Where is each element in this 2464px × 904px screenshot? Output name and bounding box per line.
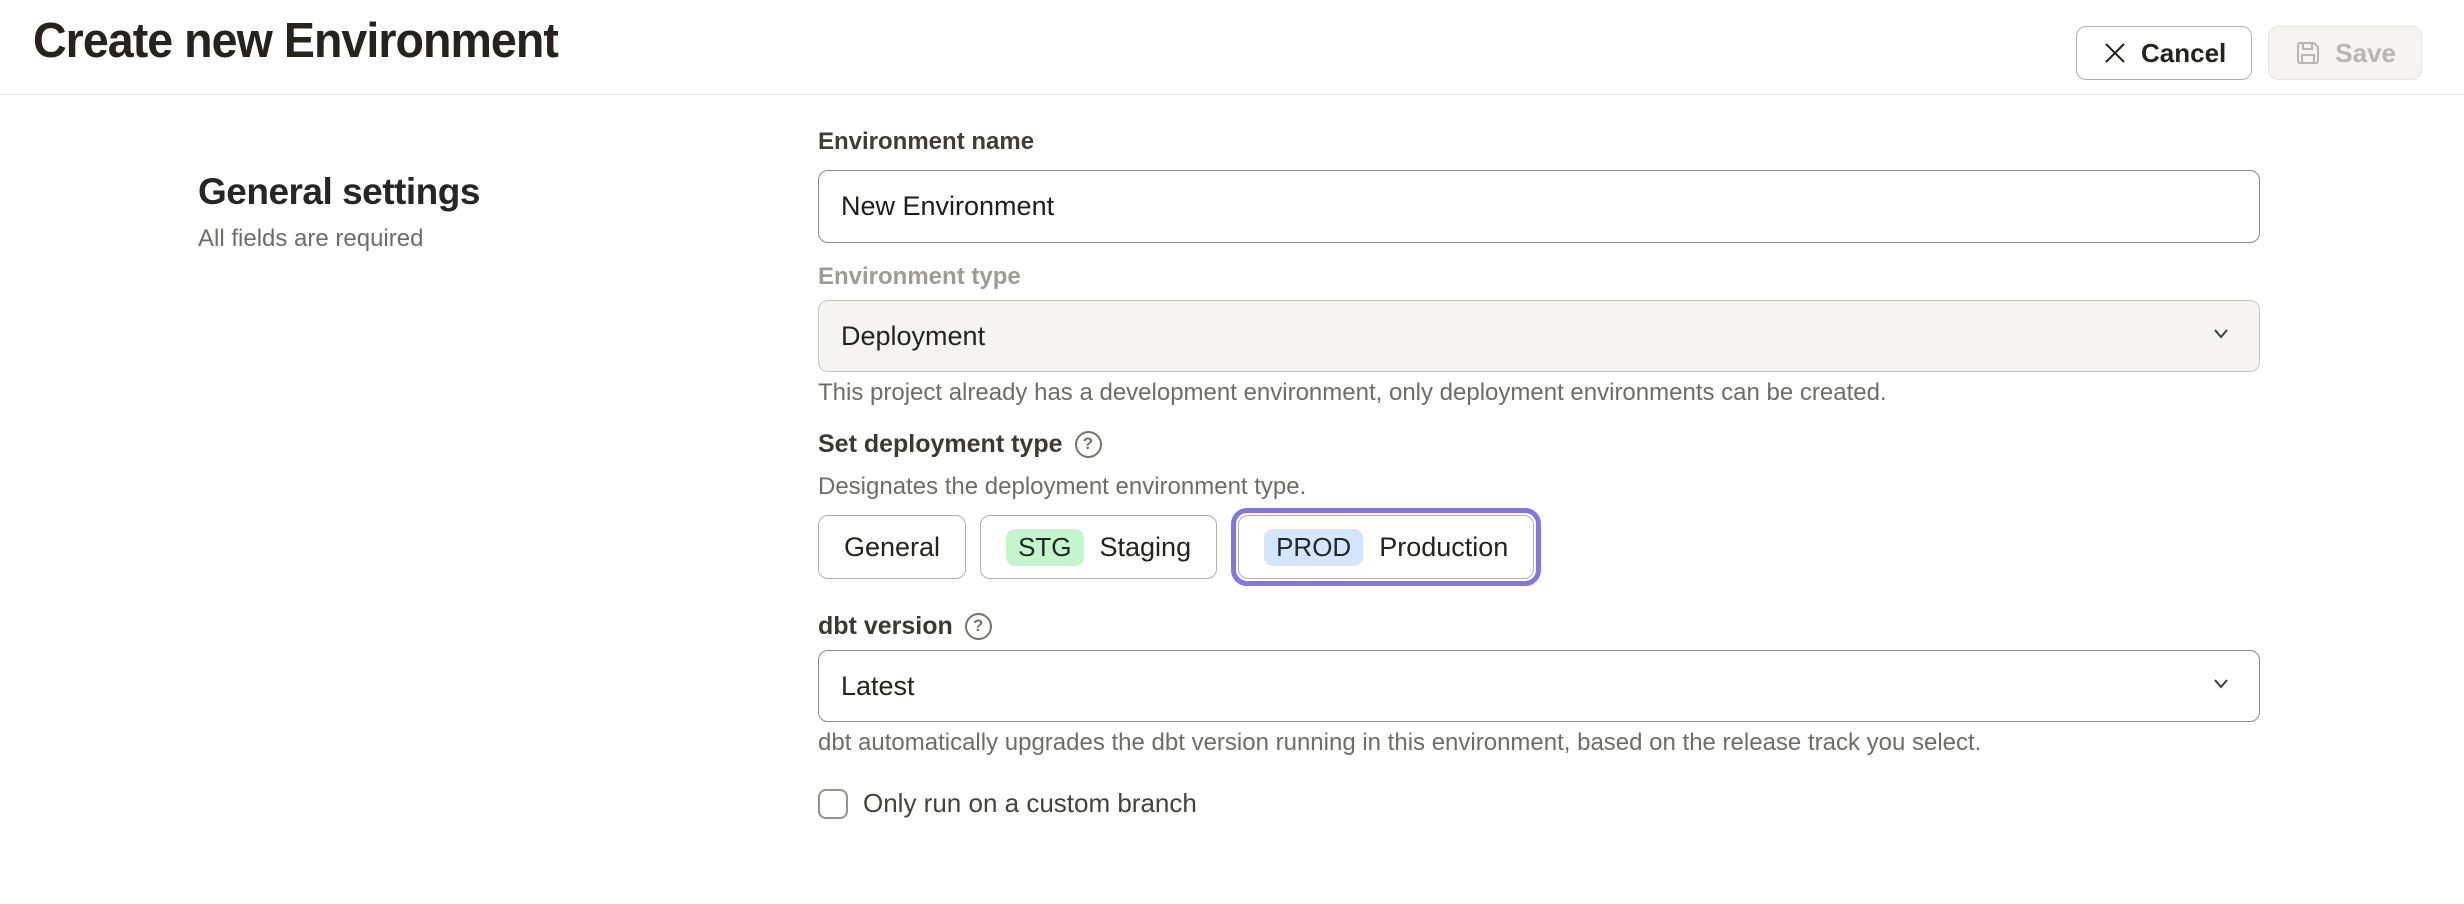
page-title: Create new Environment [33, 0, 558, 69]
header-actions: Cancel Save [2076, 26, 2422, 80]
save-button[interactable]: Save [2268, 26, 2422, 80]
staging-badge: STG [1006, 529, 1083, 566]
production-badge: PROD [1264, 529, 1363, 566]
page-header: Create new Environment Cancel Save [0, 0, 2464, 95]
dbt-version-selected-value: Latest [841, 671, 915, 702]
deployment-type-option-general[interactable]: General [818, 515, 966, 579]
settings-section-header: General settings All fields are required [198, 171, 480, 253]
section-subheading: All fields are required [198, 225, 480, 253]
x-icon [2102, 40, 2128, 66]
environment-type-label: Environment type [818, 262, 2260, 292]
deployment-type-option-production[interactable]: PROD Production [1238, 515, 1534, 579]
section-heading: General settings [198, 171, 480, 213]
cancel-button-label: Cancel [2141, 38, 2226, 69]
floppy-disk-icon [2294, 39, 2322, 67]
deployment-type-option-general-label: General [844, 532, 940, 563]
main-content: General settings All fields are required… [0, 127, 2464, 904]
save-button-label: Save [2335, 38, 2396, 69]
deployment-type-option-production-label: Production [1379, 532, 1508, 563]
cancel-button[interactable]: Cancel [2076, 26, 2252, 80]
deployment-type-label: Set deployment type [818, 428, 1063, 460]
environment-type-selected-value: Deployment [841, 321, 985, 352]
dbt-version-select[interactable]: Latest [818, 650, 2260, 722]
environment-name-label: Environment name [818, 127, 2260, 157]
dbt-version-label: dbt version [818, 610, 953, 642]
deployment-type-options: General STG Staging PROD Production [818, 508, 2260, 586]
deployment-type-option-staging[interactable]: STG Staging [980, 515, 1217, 579]
question-circle-icon[interactable]: ? [1075, 431, 1102, 458]
question-circle-icon[interactable]: ? [965, 613, 992, 640]
custom-branch-row: Only run on a custom branch [818, 788, 2260, 819]
selected-option-ring: PROD Production [1231, 508, 1541, 586]
chevron-down-icon [2209, 671, 2233, 702]
deployment-type-description: Designates the deployment environment ty… [818, 472, 2260, 502]
chevron-down-icon [2209, 321, 2233, 352]
custom-branch-label[interactable]: Only run on a custom branch [863, 788, 1197, 819]
deployment-type-label-row: Set deployment type ? [818, 428, 2260, 460]
environment-name-input[interactable] [818, 170, 2260, 243]
environment-type-select[interactable]: Deployment [818, 300, 2260, 372]
environment-form: Environment name Environment type Deploy… [818, 127, 2260, 819]
dbt-version-label-row: dbt version ? [818, 610, 2260, 642]
dbt-version-note: dbt automatically upgrades the dbt versi… [818, 728, 2260, 758]
deployment-type-option-staging-label: Staging [1100, 532, 1192, 563]
environment-type-note: This project already has a development e… [818, 378, 2260, 408]
custom-branch-checkbox[interactable] [818, 789, 848, 819]
